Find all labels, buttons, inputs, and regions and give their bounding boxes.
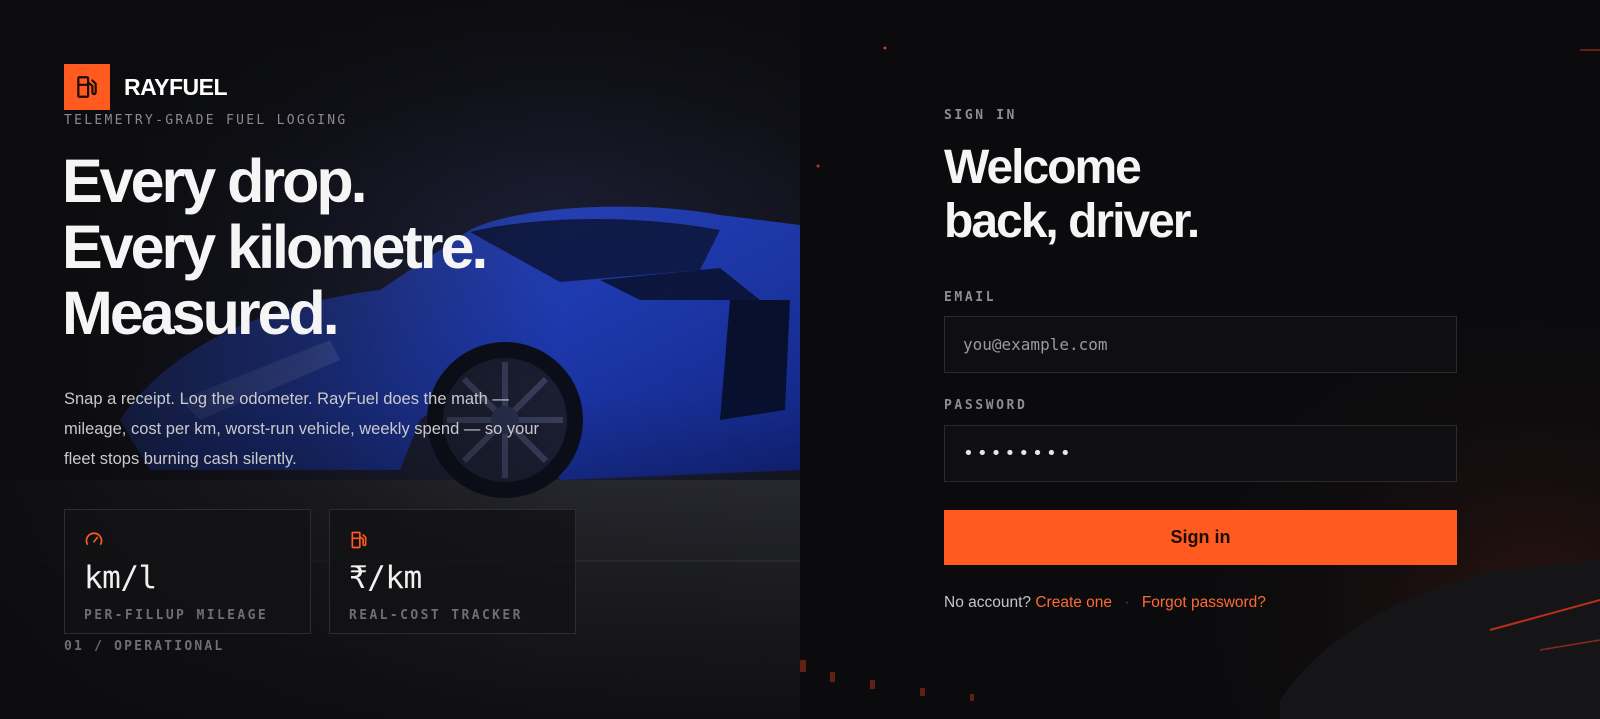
signin-title: Welcome back, driver. bbox=[944, 141, 1200, 249]
headline-line-2: Every kilometre. bbox=[62, 213, 488, 281]
signin-button[interactable]: Sign in bbox=[944, 510, 1457, 565]
fuel-pump-icon bbox=[351, 531, 367, 549]
no-account-text: No account? bbox=[944, 594, 1032, 611]
hero-description: Snap a receipt. Log the odometer. RayFue… bbox=[64, 390, 540, 468]
gauge-icon bbox=[85, 532, 103, 545]
signin-eyebrow: SIGN IN bbox=[944, 108, 1017, 123]
stat-card-mileage: km/l PER-FILLUP MILEAGE bbox=[64, 509, 311, 634]
forgot-password-link[interactable]: Forgot password? bbox=[1142, 594, 1266, 611]
stat-value: km/l bbox=[84, 560, 157, 596]
password-field[interactable]: •••••••• bbox=[944, 425, 1457, 482]
signin-title-line-1: Welcome bbox=[944, 141, 1142, 194]
stat-label: PER-FILLUP MILEAGE bbox=[84, 608, 269, 623]
stat-card-cost: ₹/km REAL-COST TRACKER bbox=[329, 509, 576, 634]
brand[interactable]: RAYFUEL bbox=[64, 64, 228, 110]
headline-line-3: Measured. bbox=[62, 279, 340, 347]
email-field[interactable] bbox=[944, 316, 1457, 373]
link-separator: · bbox=[1124, 594, 1130, 611]
stat-value: ₹/km bbox=[349, 560, 422, 596]
stat-cards: km/l PER-FILLUP MILEAGE ₹/km REAL-COST T… bbox=[64, 509, 576, 634]
fuel-pump-logo-icon bbox=[64, 64, 110, 110]
stat-label: REAL-COST TRACKER bbox=[349, 608, 523, 623]
hero-panel: RAYFUEL TELEMETRY-GRADE FUEL LOGGING Eve… bbox=[0, 0, 800, 719]
account-links: No account? Create one · Forgot password… bbox=[944, 594, 1266, 612]
headline-line-1: Every drop. bbox=[62, 147, 368, 215]
slide-counter: 01 / OPERATIONAL bbox=[64, 639, 225, 654]
email-label: EMAIL bbox=[944, 290, 997, 305]
brand-name: RAYFUEL bbox=[124, 73, 228, 100]
tagline: TELEMETRY-GRADE FUEL LOGGING bbox=[64, 113, 348, 128]
create-account-link[interactable]: Create one bbox=[1035, 594, 1112, 611]
signin-panel: SIGN IN Welcome back, driver. EMAIL PASS… bbox=[800, 0, 1600, 719]
signin-title-line-2: back, driver. bbox=[944, 195, 1200, 248]
hero-headline: Every drop. Every kilometre. Measured. bbox=[62, 147, 488, 347]
password-label: PASSWORD bbox=[944, 398, 1028, 413]
